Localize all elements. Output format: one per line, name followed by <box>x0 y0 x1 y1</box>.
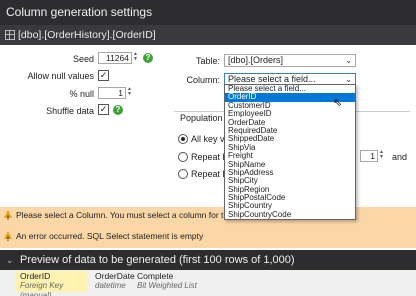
preview-title: Preview of data to be generated (first 1… <box>20 254 295 266</box>
shuffle-label: Shuffle data <box>46 106 94 116</box>
preview-table: OrderID Foreign Key (manual) OrderDate d… <box>0 270 416 296</box>
repeat-key-radio-2[interactable] <box>178 169 188 179</box>
pct-null-label: % null <box>69 89 94 99</box>
repeat-count-spinner[interactable]: ▲ ▼ <box>379 150 384 162</box>
column-path: [dbo].[OrderHistory].[OrderID] <box>18 29 156 41</box>
column-header-name: Complete <box>137 271 174 281</box>
column-header-type: Foreign Key (manual) <box>20 281 64 296</box>
seed-spinner[interactable]: ▲ ▼ <box>133 52 138 64</box>
collapse-chevron-icon[interactable]: ⌄ <box>6 250 14 270</box>
preview-column-complete[interactable]: Complete Bit Weighted List <box>133 271 203 292</box>
mouse-cursor-icon: ⇖ <box>333 97 343 109</box>
and-label: and <box>392 152 408 162</box>
seed-help-icon[interactable]: ? <box>143 53 153 63</box>
warning-icon <box>4 231 12 248</box>
column-header-type: datetime <box>95 281 126 290</box>
column-header-type: Bit Weighted List <box>137 281 197 290</box>
column-path-bar: [dbo].[OrderHistory].[OrderID] <box>0 25 416 45</box>
shuffle-checkbox[interactable]: ✓ <box>98 104 109 115</box>
warning-sql-error: An error occurred. SQL Select statement … <box>0 228 416 248</box>
column-header-name: OrderDate <box>95 271 135 281</box>
warning-icon <box>4 210 12 227</box>
warning-text-2: An error occurred. SQL Select statement … <box>16 231 204 241</box>
preview-column-orderid[interactable]: OrderID Foreign Key (manual) <box>16 271 88 296</box>
table-select[interactable]: [dbo].[Orders] ⌄ <box>224 54 356 67</box>
repeat-count-input[interactable]: 1 <box>360 150 378 162</box>
all-key-values-radio[interactable] <box>178 134 188 144</box>
preview-column-orderdate[interactable]: OrderDate datetime <box>91 271 135 292</box>
repeat-key-radio-1[interactable] <box>178 152 188 162</box>
pct-null-input[interactable]: 1 <box>98 87 126 99</box>
allow-null-label: Allow null values <box>27 71 94 81</box>
table-select-value: [dbo].[Orders] <box>228 55 284 65</box>
column-header-name: OrderID <box>20 271 51 281</box>
column-select-value: Please select a field... <box>228 74 316 84</box>
seed-label: Seed <box>72 54 94 64</box>
shuffle-help-icon[interactable]: ? <box>113 105 123 115</box>
column-label: Column: <box>186 75 220 85</box>
seed-input[interactable]: 11264 <box>98 52 132 64</box>
pct-null-spinner[interactable]: ▲ ▼ <box>127 87 132 99</box>
window-title: Column generation settings <box>0 0 416 25</box>
allow-null-checkbox[interactable]: ✓ <box>98 70 109 81</box>
chevron-down-icon: ⌄ <box>345 56 352 65</box>
table-label: Table: <box>195 56 220 66</box>
dropdown-item[interactable]: ShipCountryCode <box>225 210 355 219</box>
preview-header[interactable]: ⌄ Preview of data to be generated (first… <box>0 250 416 270</box>
table-grid-icon <box>5 30 15 40</box>
